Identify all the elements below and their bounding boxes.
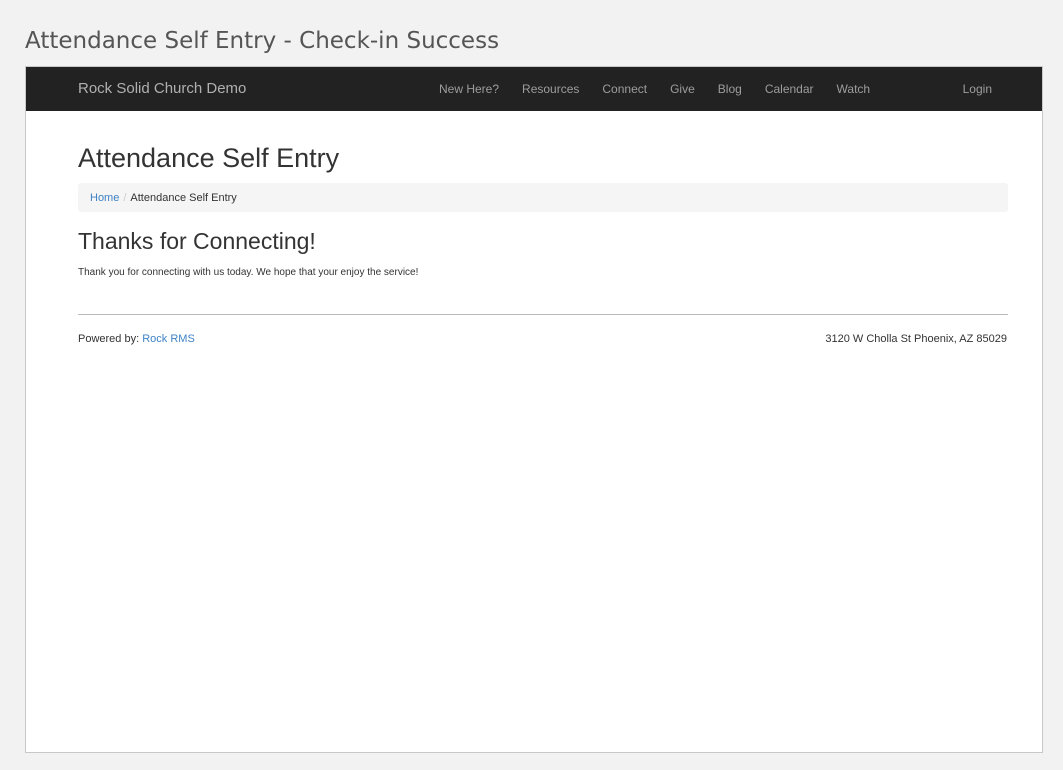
nav-item-calendar[interactable]: Calendar — [765, 82, 814, 96]
nav-item-new-here[interactable]: New Here? — [439, 82, 499, 96]
breadcrumb-separator: / — [123, 191, 127, 204]
breadcrumb-home-link[interactable]: Home — [90, 192, 119, 204]
success-heading: Thanks for Connecting! — [78, 228, 316, 254]
nav-item-watch[interactable]: Watch — [837, 82, 871, 96]
browser-frame: Rock Solid Church Demo New Here? Resourc… — [25, 66, 1043, 753]
nav-item-connect[interactable]: Connect — [602, 82, 647, 96]
church-address: 3120 W Cholla St Phoenix, AZ 85029 — [825, 333, 1007, 345]
rock-rms-link[interactable]: Rock RMS — [142, 333, 195, 345]
main-nav: New Here? Resources Connect Give Blog Ca… — [439, 67, 870, 111]
nav-item-resources[interactable]: Resources — [522, 82, 579, 96]
site-brand-link[interactable]: Rock Solid Church Demo — [78, 67, 246, 111]
breadcrumb-current: Attendance Self Entry — [130, 191, 237, 204]
success-message: Thank you for connecting with us today. … — [78, 267, 419, 278]
footer-divider — [78, 314, 1008, 315]
document-caption: Attendance Self Entry - Check-in Success — [25, 28, 500, 54]
breadcrumb: Home / Attendance Self Entry — [78, 183, 1008, 212]
top-navbar: Rock Solid Church Demo New Here? Resourc… — [26, 67, 1042, 111]
powered-by: Powered by: Rock RMS — [78, 333, 195, 345]
page-title: Attendance Self Entry — [78, 143, 340, 173]
login-link[interactable]: Login — [963, 67, 992, 111]
powered-by-label: Powered by: — [78, 333, 140, 345]
nav-item-give[interactable]: Give — [670, 82, 695, 96]
nav-item-blog[interactable]: Blog — [718, 82, 742, 96]
